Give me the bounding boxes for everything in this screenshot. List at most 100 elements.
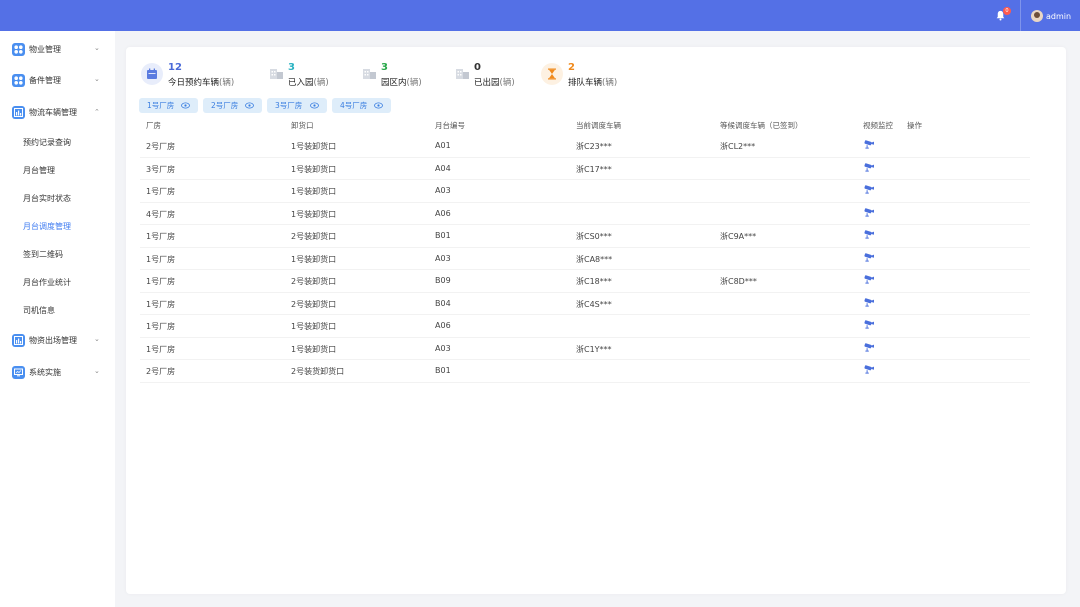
bar-chart-icon: [12, 105, 25, 119]
sidebar-group-property[interactable]: 物业管理: [12, 41, 61, 57]
sidebar-item-platform-statistics[interactable]: 月台作业统计: [23, 277, 71, 288]
video-camera-icon[interactable]: [863, 252, 875, 264]
sidebar-item-platform-dispatch[interactable]: 月台调度管理: [23, 221, 71, 232]
cell-dock: 1号装卸货口: [291, 209, 337, 219]
cell-factory: 3号厂房: [146, 164, 176, 174]
avatar: [1031, 10, 1043, 22]
sidebar-item-reservation-records[interactable]: 预约记录查询: [23, 137, 71, 148]
grid-icon: [12, 42, 25, 56]
sidebar-item-driver-info[interactable]: 司机信息: [23, 305, 55, 316]
sidebar-group-spare-parts[interactable]: 备件管理: [12, 72, 61, 88]
video-camera-icon[interactable]: [863, 230, 875, 241]
cell-waiting-vehicle: 浙C9A***: [720, 232, 757, 241]
sidebar-group-system[interactable]: 系统实施: [12, 364, 61, 380]
cell-current-vehicle: 浙C18***: [576, 277, 612, 286]
sidebar-group-material-exit[interactable]: 物资出场管理: [12, 332, 77, 348]
sidebar-group-label: 系统实施: [29, 367, 61, 377]
main-content-card: 12 今日预约车辆(辆) 3 已入园(辆) 3 园区内(辆) 0 已出园(辆) …: [126, 47, 1066, 594]
table-row: 2号厂房 2号装货卸货口 B01: [140, 360, 1030, 383]
video-camera-icon[interactable]: [863, 207, 875, 219]
chevron-up-icon[interactable]: ⌃: [94, 108, 100, 116]
sidebar-group-label: 物业管理: [29, 44, 61, 54]
stat-label: 园区内(辆): [381, 78, 422, 88]
video-camera-icon[interactable]: [863, 320, 875, 331]
chevron-down-icon[interactable]: ⌄: [94, 367, 100, 375]
factory-tab-3[interactable]: 3号厂房: [267, 98, 327, 113]
video-camera-icon[interactable]: [863, 342, 875, 354]
cell-factory: 4号厂房: [146, 209, 176, 219]
sidebar-group-label: 备件管理: [29, 75, 61, 85]
monitor-icon: [12, 365, 25, 379]
chevron-down-icon[interactable]: ⌄: [94, 335, 100, 343]
cell-factory: 1号厂房: [146, 344, 176, 354]
video-camera-icon[interactable]: [863, 365, 875, 376]
cell-platform-no: B09: [435, 276, 451, 285]
column-header-dock: 卸货口: [291, 121, 314, 130]
factory-tab-2[interactable]: 2号厂房: [203, 98, 262, 113]
factory-tab-4[interactable]: 4号厂房: [332, 98, 391, 113]
building-icon: [452, 63, 474, 85]
cell-factory: 1号厂房: [146, 232, 176, 241]
column-header-current-vehicle: 当前调度车辆: [576, 121, 621, 130]
cell-dock: 2号装货卸货口: [291, 367, 345, 376]
cell-platform-no: A03: [435, 343, 451, 353]
cell-platform-no: A03: [435, 186, 451, 195]
chevron-down-icon[interactable]: ⌄: [94, 44, 100, 52]
username: admin: [1046, 11, 1072, 21]
sidebar-group-label: 物资出场管理: [29, 335, 77, 345]
sidebar: 物业管理 ⌄ 备件管理 ⌄ 物流车辆管理 ⌃ 预约记录查询 月台管理 月台实时状…: [0, 31, 115, 607]
cell-platform-no: A03: [435, 253, 451, 263]
cell-factory: 2号厂房: [146, 142, 176, 151]
cell-factory: 1号厂房: [146, 299, 176, 309]
video-camera-icon[interactable]: [863, 162, 875, 174]
cell-factory: 1号厂房: [146, 254, 176, 264]
stat-value: 0: [474, 62, 481, 73]
cell-factory: 1号厂房: [146, 322, 176, 331]
sidebar-item-platform-status[interactable]: 月台实时状态: [23, 193, 71, 204]
factory-tab-label: 3号厂房: [275, 101, 303, 110]
sidebar-group-label: 物流车辆管理: [29, 107, 77, 117]
video-camera-icon[interactable]: [863, 185, 875, 196]
stat-value: 2: [568, 62, 575, 73]
sidebar-item-checkin-qrcode[interactable]: 签到二维码: [23, 249, 63, 260]
eye-icon: [374, 102, 383, 109]
chevron-down-icon[interactable]: ⌄: [94, 75, 100, 83]
sidebar-item-platform-management[interactable]: 月台管理: [23, 165, 55, 176]
cell-factory: 1号厂房: [146, 277, 176, 286]
notification-badge: 0: [1003, 7, 1011, 15]
cell-current-vehicle: 浙C17***: [576, 164, 612, 174]
cell-dock: 1号装卸货口: [291, 254, 337, 264]
table-row: 3号厂房 1号装卸货口 A04 浙C17***: [140, 158, 1030, 180]
table-row: 1号厂房 2号装卸货口 B09 浙C18*** 浙C8D***: [140, 270, 1030, 293]
cell-current-vehicle: 浙CA8***: [576, 254, 613, 264]
video-camera-icon[interactable]: [863, 297, 875, 309]
cell-factory: 1号厂房: [146, 187, 176, 196]
calendar-icon: [141, 63, 163, 85]
video-camera-icon[interactable]: [863, 140, 875, 151]
cell-current-vehicle: 浙C4S***: [576, 299, 612, 309]
cell-platform-no: A04: [435, 163, 451, 173]
cell-platform-no: A06: [435, 321, 451, 330]
table-row: 1号厂房 1号装卸货口 A03: [140, 180, 1030, 203]
user-menu[interactable]: admin: [1031, 9, 1071, 23]
cell-dock: 2号装卸货口: [291, 299, 337, 309]
table-row: 2号厂房 1号装卸货口 A01 浙C23*** 浙CL2***: [140, 135, 1030, 158]
video-camera-icon[interactable]: [863, 275, 875, 286]
cell-dock: 2号装卸货口: [291, 232, 337, 241]
table-row: 1号厂房 2号装卸货口 B04 浙C4S***: [140, 293, 1030, 315]
header-divider: [1020, 0, 1021, 31]
cell-dock: 1号装卸货口: [291, 164, 337, 174]
stat-value: 3: [381, 62, 388, 73]
building-icon: [359, 63, 381, 85]
factory-tab-label: 4号厂房: [340, 101, 368, 110]
notification-bell[interactable]: 0: [991, 7, 1011, 24]
factory-tab-1[interactable]: 1号厂房: [139, 98, 198, 113]
sidebar-group-logistics[interactable]: 物流车辆管理: [12, 104, 77, 120]
stat-value: 3: [288, 62, 295, 73]
eye-icon: [181, 102, 190, 109]
hourglass-icon: [541, 63, 563, 85]
top-navigation-bar: 0 admin: [0, 0, 1080, 31]
stat-label: 排队车辆(辆): [568, 78, 618, 88]
cell-platform-no: A01: [435, 141, 451, 150]
stat-value: 12: [168, 62, 182, 73]
